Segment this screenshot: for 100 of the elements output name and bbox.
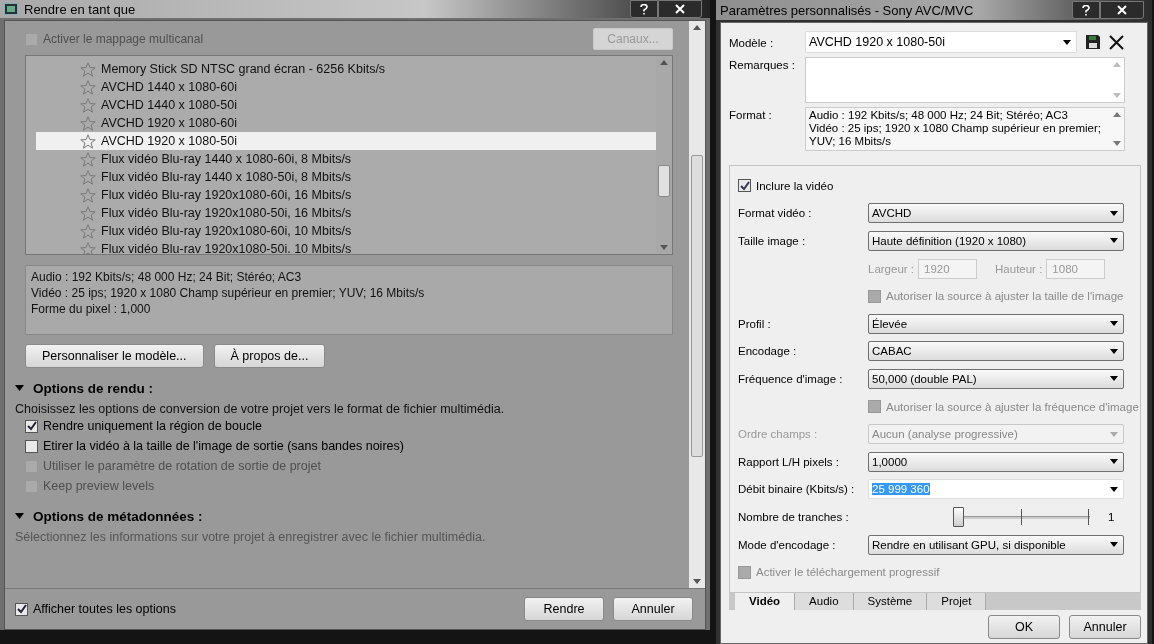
down-arrow-icon — [660, 245, 668, 250]
star-icon — [80, 187, 96, 203]
star-icon — [80, 115, 96, 131]
help-icon — [1082, 4, 1090, 16]
field-label: Nombre de tranches : — [738, 510, 850, 523]
scroll-thumb[interactable] — [691, 155, 703, 457]
caret-icon[interactable] — [15, 385, 24, 391]
star-icon — [80, 223, 96, 239]
scrollbar[interactable] — [689, 21, 705, 588]
caret-icon — [1110, 210, 1118, 216]
field-label: Fréquence d'image : — [738, 372, 844, 385]
dropdown[interactable]: Élevée — [868, 313, 1124, 334]
description-line: Audio : 192 Kbits/s; 48 000 Hz; 24 Bit; Stéréo; AC3 — [31, 269, 303, 285]
close-button[interactable] — [658, 0, 702, 18]
star-icon — [80, 97, 96, 113]
up-arrow-icon[interactable] — [1113, 112, 1121, 117]
check-icon — [739, 180, 750, 191]
check-icon — [16, 604, 27, 614]
preset-item[interactable]: Memory Stick SD NTSC grand écran - 6256 Kbits/s — [36, 60, 656, 78]
window-title: Rendre en tant que — [24, 1, 136, 17]
field-label: Taille image : — [738, 235, 807, 247]
field-label: Format : — [729, 108, 773, 121]
close-button[interactable] — [1100, 1, 1144, 19]
dialog-button[interactable]: OK — [988, 614, 1060, 639]
preset-item[interactable]: AVCHD 1440 x 1080-50i — [36, 96, 656, 114]
format-text: Vidéo : 25 ips; 1920 x 1080 Champ supérieur en premier; YUV; 16 Mbits/s — [809, 122, 1102, 148]
help-button[interactable] — [630, 0, 658, 18]
check-icon — [26, 421, 37, 431]
star-icon — [80, 151, 96, 167]
close-icon — [1117, 5, 1127, 15]
film-icon — [4, 3, 18, 15]
template-button[interactable]: À propos de... — [213, 344, 326, 368]
help-button[interactable] — [1072, 1, 1100, 19]
dropdown[interactable]: 50,000 (double PAL) — [868, 368, 1124, 389]
option-checkbox[interactable]: Rendre uniquement la région de boucle — [25, 419, 262, 433]
template-dropdown[interactable]: AVCHD 1920 x 1080-50i — [805, 31, 1077, 53]
slider-thumb[interactable] — [953, 506, 964, 527]
field-label: Débit binaire (Kbits/s) : — [738, 483, 856, 496]
preset-item[interactable]: Flux vidéo Blu-ray 1920x1080-60i, 10 Mbits/s — [36, 222, 656, 240]
caret-icon — [1110, 486, 1118, 492]
dropdown[interactable]: Haute définition (1920 x 1080) — [868, 231, 1124, 251]
dropdown[interactable]: CABAC — [868, 341, 1124, 362]
down-arrow-icon — [693, 579, 701, 584]
preset-item[interactable]: AVCHD 1920 x 1080-50i — [36, 132, 656, 150]
caret-icon — [1110, 542, 1118, 547]
description-line: Vidéo : 25 ips; 1920 x 1080 Champ supérieur en premier; YUV; 16 Mbits/s — [31, 285, 426, 301]
up-arrow-icon — [693, 25, 701, 30]
slider-track[interactable] — [954, 506, 1090, 527]
star-icon — [80, 169, 96, 185]
field-label: Hauteur : — [995, 262, 1043, 275]
include-video-checkbox[interactable]: Inclure la vidéo — [738, 179, 834, 193]
preset-item[interactable]: Flux vidéo Blu-ray 1920x1080-60i, 16 Mbits/s — [36, 186, 656, 204]
show-all-checkbox[interactable]: Afficher toutes les options — [15, 602, 176, 616]
close-icon — [675, 4, 685, 14]
down-arrow-icon[interactable] — [1113, 141, 1121, 146]
section-title: Options de métadonnées : — [33, 508, 203, 524]
field-label: Profil : — [738, 317, 772, 330]
window-title: Paramètres personnalisés - Sony AVC/MVC — [720, 2, 974, 18]
field-label: Largeur : — [868, 262, 915, 275]
dialog-button[interactable]: Rendre — [524, 597, 604, 621]
up-arrow-icon — [660, 60, 668, 65]
star-icon — [80, 61, 96, 77]
caret-icon — [1110, 348, 1118, 354]
caret-icon — [1110, 238, 1118, 244]
caret-icon — [1110, 459, 1118, 465]
field-label: Remarques : — [729, 58, 796, 71]
preset-item[interactable]: Flux vidéo Blu-ray 1920x1080-50i, 16 Mbits/s — [36, 204, 656, 222]
slider-value: 1 — [1108, 510, 1115, 523]
dialog-button[interactable]: Annuler — [613, 597, 693, 621]
option-checkbox[interactable]: Etirer la vidéo à la taille de l'image de sortie (sans bandes noires) — [25, 439, 404, 453]
dropdown[interactable]: 1,0000 — [868, 451, 1124, 472]
star-icon — [80, 79, 96, 95]
field-label: Ordre champs : — [738, 428, 819, 441]
field-label: Rapport L/H pixels : — [738, 455, 840, 468]
dropdown[interactable]: AVCHD — [868, 203, 1124, 224]
star-icon — [80, 205, 96, 221]
field-label: Modèle : — [729, 36, 775, 49]
field-label: Mode d'encodage : — [738, 538, 837, 551]
template-button[interactable]: Personnaliser le modèle... — [25, 344, 204, 368]
section-description: Sélectionnez les informations sur votre projet à enregistrer avec le fichier multimédia. — [15, 530, 487, 544]
caret-icon — [1110, 431, 1118, 437]
preset-item[interactable]: AVCHD 1440 x 1080-60i — [36, 78, 656, 96]
dialog-button[interactable]: Annuler — [1069, 614, 1141, 639]
caret-icon — [1063, 39, 1071, 45]
caret-icon — [1110, 321, 1118, 327]
field-label: Encodage : — [738, 345, 798, 358]
format-text: Audio : 192 Kbits/s; 48 000 Hz; 24 Bit; Stéréo; AC3 — [809, 109, 1069, 122]
preset-item[interactable]: Flux vidéo Blu-rav 1920x1080-50i. 10 Mbits/s — [36, 240, 656, 254]
section-title: Options de rendu : — [33, 380, 153, 396]
caret-icon — [1110, 376, 1118, 382]
caret-icon[interactable] — [15, 513, 24, 519]
delete-icon[interactable] — [1109, 34, 1124, 50]
preset-item[interactable]: Flux vidéo Blu-ray 1440 x 1080-60i, 8 Mbits/s — [36, 150, 656, 168]
section-description: Choisissez les options de conversion de votre projet vers le format de fichier multimédia. — [15, 402, 506, 416]
star-icon — [80, 133, 96, 149]
dropdown[interactable]: Rendre en utilisant GPU, si disponible — [868, 534, 1124, 555]
scroll-thumb[interactable] — [658, 165, 670, 197]
preset-item[interactable]: Flux vidéo Blu-ray 1440 x 1080-50i, 8 Mbits/s — [36, 168, 656, 186]
preset-item[interactable]: AVCHD 1920 x 1080-60i — [36, 114, 656, 132]
save-icon[interactable] — [1085, 34, 1101, 50]
